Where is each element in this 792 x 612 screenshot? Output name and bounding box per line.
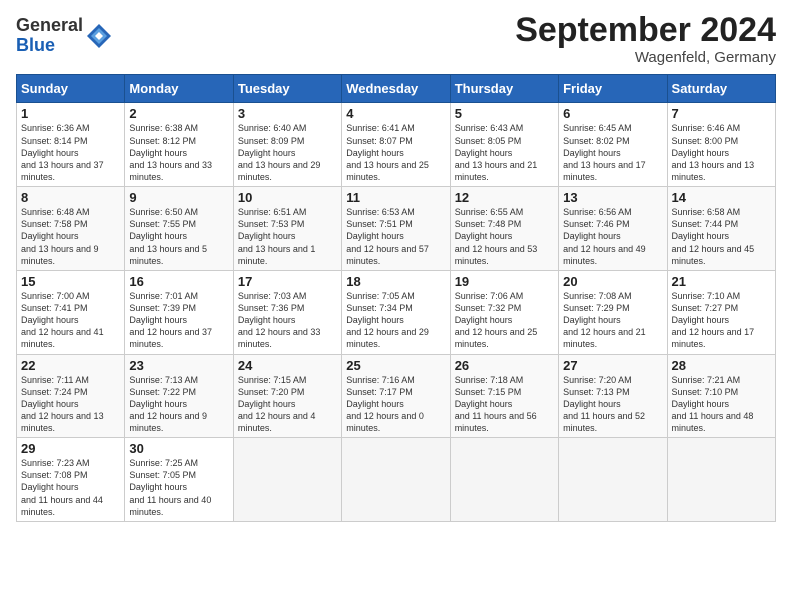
table-cell: 21Sunrise: 7:10 AMSunset: 7:27 PMDayligh…	[667, 270, 775, 354]
table-cell: 15Sunrise: 7:00 AMSunset: 7:41 PMDayligh…	[17, 270, 125, 354]
table-cell: 18Sunrise: 7:05 AMSunset: 7:34 PMDayligh…	[342, 270, 450, 354]
week-row-3: 15Sunrise: 7:00 AMSunset: 7:41 PMDayligh…	[17, 270, 776, 354]
table-cell: 26Sunrise: 7:18 AMSunset: 7:15 PMDayligh…	[450, 354, 558, 438]
table-cell: 28Sunrise: 7:21 AMSunset: 7:10 PMDayligh…	[667, 354, 775, 438]
week-row-1: 1Sunrise: 6:36 AMSunset: 8:14 PMDaylight…	[17, 103, 776, 187]
table-cell: 29Sunrise: 7:23 AMSunset: 7:08 PMDayligh…	[17, 438, 125, 522]
table-cell: 25Sunrise: 7:16 AMSunset: 7:17 PMDayligh…	[342, 354, 450, 438]
col-friday: Friday	[559, 75, 667, 103]
table-cell	[450, 438, 558, 522]
col-tuesday: Tuesday	[233, 75, 341, 103]
table-cell: 9Sunrise: 6:50 AMSunset: 7:55 PMDaylight…	[125, 187, 233, 271]
table-cell: 30Sunrise: 7:25 AMSunset: 7:05 PMDayligh…	[125, 438, 233, 522]
calendar-table: Sunday Monday Tuesday Wednesday Thursday…	[16, 74, 776, 522]
month-title: September 2024	[515, 12, 776, 49]
table-cell: 19Sunrise: 7:06 AMSunset: 7:32 PMDayligh…	[450, 270, 558, 354]
col-monday: Monday	[125, 75, 233, 103]
table-cell: 8Sunrise: 6:48 AMSunset: 7:58 PMDaylight…	[17, 187, 125, 271]
logo: General Blue	[16, 16, 113, 56]
week-row-5: 29Sunrise: 7:23 AMSunset: 7:08 PMDayligh…	[17, 438, 776, 522]
logo-blue-text: Blue	[16, 35, 55, 55]
table-cell: 1Sunrise: 6:36 AMSunset: 8:14 PMDaylight…	[17, 103, 125, 187]
table-cell: 27Sunrise: 7:20 AMSunset: 7:13 PMDayligh…	[559, 354, 667, 438]
table-cell: 20Sunrise: 7:08 AMSunset: 7:29 PMDayligh…	[559, 270, 667, 354]
title-block: September 2024 Wagenfeld, Germany	[515, 12, 776, 66]
calendar-container: General Blue September 2024 Wagenfeld, G…	[0, 0, 792, 530]
table-cell: 3Sunrise: 6:40 AMSunset: 8:09 PMDaylight…	[233, 103, 341, 187]
week-row-4: 22Sunrise: 7:11 AMSunset: 7:24 PMDayligh…	[17, 354, 776, 438]
table-cell: 12Sunrise: 6:55 AMSunset: 7:48 PMDayligh…	[450, 187, 558, 271]
table-cell	[559, 438, 667, 522]
table-cell: 2Sunrise: 6:38 AMSunset: 8:12 PMDaylight…	[125, 103, 233, 187]
week-row-2: 8Sunrise: 6:48 AMSunset: 7:58 PMDaylight…	[17, 187, 776, 271]
col-sunday: Sunday	[17, 75, 125, 103]
logo-icon	[85, 22, 113, 50]
col-wednesday: Wednesday	[342, 75, 450, 103]
table-cell	[342, 438, 450, 522]
table-cell: 24Sunrise: 7:15 AMSunset: 7:20 PMDayligh…	[233, 354, 341, 438]
table-cell: 4Sunrise: 6:41 AMSunset: 8:07 PMDaylight…	[342, 103, 450, 187]
header-row: Sunday Monday Tuesday Wednesday Thursday…	[17, 75, 776, 103]
table-cell: 13Sunrise: 6:56 AMSunset: 7:46 PMDayligh…	[559, 187, 667, 271]
table-cell: 16Sunrise: 7:01 AMSunset: 7:39 PMDayligh…	[125, 270, 233, 354]
logo-general-text: General	[16, 15, 83, 35]
header: General Blue September 2024 Wagenfeld, G…	[16, 12, 776, 66]
table-cell: 10Sunrise: 6:51 AMSunset: 7:53 PMDayligh…	[233, 187, 341, 271]
table-cell: 11Sunrise: 6:53 AMSunset: 7:51 PMDayligh…	[342, 187, 450, 271]
col-saturday: Saturday	[667, 75, 775, 103]
table-cell: 23Sunrise: 7:13 AMSunset: 7:22 PMDayligh…	[125, 354, 233, 438]
table-cell: 14Sunrise: 6:58 AMSunset: 7:44 PMDayligh…	[667, 187, 775, 271]
table-cell: 17Sunrise: 7:03 AMSunset: 7:36 PMDayligh…	[233, 270, 341, 354]
table-cell: 5Sunrise: 6:43 AMSunset: 8:05 PMDaylight…	[450, 103, 558, 187]
location: Wagenfeld, Germany	[515, 49, 776, 66]
table-cell: 22Sunrise: 7:11 AMSunset: 7:24 PMDayligh…	[17, 354, 125, 438]
table-cell: 6Sunrise: 6:45 AMSunset: 8:02 PMDaylight…	[559, 103, 667, 187]
table-cell: 7Sunrise: 6:46 AMSunset: 8:00 PMDaylight…	[667, 103, 775, 187]
col-thursday: Thursday	[450, 75, 558, 103]
table-cell	[667, 438, 775, 522]
table-cell	[233, 438, 341, 522]
